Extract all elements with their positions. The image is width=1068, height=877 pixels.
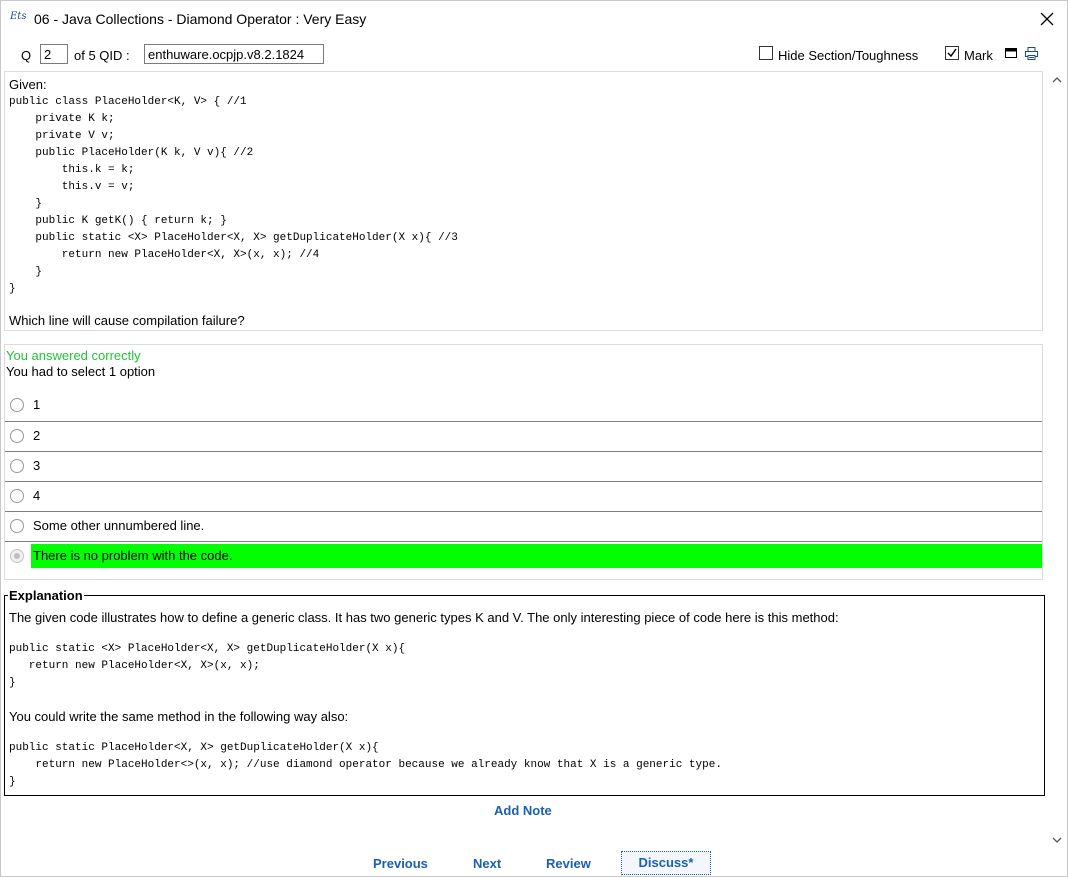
- title-bar: Ets 06 - Java Collections - Diamond Oper…: [0, 0, 1068, 38]
- close-icon: [1040, 12, 1054, 26]
- explanation-code-block: public static PlaceHolder<X, X> getDupli…: [9, 742, 722, 788]
- qid-field[interactable]: [144, 44, 324, 64]
- question-number-input[interactable]: [40, 44, 68, 64]
- print-button[interactable]: [1025, 47, 1039, 61]
- hide-section-checkbox[interactable]: [759, 46, 773, 60]
- answer-instruction: You had to select 1 option: [6, 364, 156, 379]
- option-radio[interactable]: [10, 459, 24, 473]
- given-label: Given:: [9, 77, 47, 92]
- question-panel: Given: public class PlaceHolder<K, V> { …: [4, 71, 1043, 331]
- option-label: There is no problem with the code.: [33, 548, 233, 563]
- difficulty-label: Very Easy: [303, 11, 367, 27]
- hide-section-label: Hide Section/Toughness: [778, 48, 919, 63]
- option-3[interactable]: 3: [5, 451, 1042, 482]
- option-label: 3: [33, 458, 41, 473]
- explanation-paragraph: You could write the same method in the f…: [9, 709, 349, 724]
- chevron-down-icon: [1052, 837, 1062, 843]
- window-icon: [1005, 48, 1017, 58]
- review-button[interactable]: Review: [546, 856, 591, 871]
- explanation-paragraph: The given code illustrates how to define…: [9, 610, 839, 625]
- answer-panel: You answered correctly You had to select…: [4, 344, 1043, 580]
- option-label: 4: [33, 488, 41, 503]
- printer-icon: [1025, 47, 1038, 60]
- option-radio[interactable]: [10, 398, 24, 412]
- next-button[interactable]: Next: [473, 856, 501, 871]
- maximize-window-button[interactable]: [1005, 47, 1019, 61]
- question-prompt: Which line will cause compilation failur…: [9, 313, 245, 328]
- question-count-label: of 5 QID :: [74, 48, 130, 63]
- explanation-code-block: public static <X> PlaceHolder<X, X> getD…: [9, 643, 406, 689]
- option-4[interactable]: 4: [5, 481, 1042, 512]
- option-1[interactable]: 1: [5, 391, 1042, 421]
- checkmark-icon: [947, 48, 957, 58]
- scroll-down-button[interactable]: [1051, 834, 1063, 846]
- explanation-heading: Explanation: [8, 588, 84, 603]
- app-logo-icon: Ets: [10, 11, 27, 22]
- option-radio[interactable]: [10, 519, 24, 533]
- option-radio-selected[interactable]: [10, 549, 24, 563]
- mark-checkbox[interactable]: [945, 46, 959, 60]
- option-label: 2: [33, 428, 41, 443]
- option-6-correct[interactable]: There is no problem with the code.: [5, 541, 1042, 572]
- question-toolbar: Q of 5 QID : Hide Section/Toughness Mark: [0, 42, 1068, 68]
- option-label: 1: [33, 397, 41, 412]
- previous-button[interactable]: Previous: [373, 856, 428, 871]
- answer-status: You answered correctly: [6, 348, 141, 363]
- chevron-up-icon: [1052, 77, 1062, 83]
- explanation-panel: Explanation The given code illustrates h…: [4, 588, 1045, 796]
- option-2[interactable]: 2: [5, 421, 1042, 452]
- option-radio[interactable]: [10, 489, 24, 503]
- option-radio[interactable]: [10, 429, 24, 443]
- question-code: public class PlaceHolder<K, V> { //1 pri…: [9, 96, 458, 295]
- discuss-button[interactable]: Discuss*: [621, 851, 711, 875]
- window-title-separator: :: [295, 11, 300, 27]
- add-note-link[interactable]: Add Note: [494, 803, 552, 818]
- window-title-name: 06 - Java Collections - Diamond Operator: [34, 11, 292, 27]
- close-button[interactable]: [1036, 8, 1058, 30]
- option-label: Some other unnumbered line.: [33, 518, 205, 533]
- option-5[interactable]: Some other unnumbered line.: [5, 511, 1042, 542]
- window-title: 06 - Java Collections - Diamond Operator…: [34, 11, 366, 27]
- question-number-label: Q: [21, 48, 32, 63]
- scroll-up-button[interactable]: [1051, 74, 1063, 86]
- mark-label: Mark: [964, 48, 993, 63]
